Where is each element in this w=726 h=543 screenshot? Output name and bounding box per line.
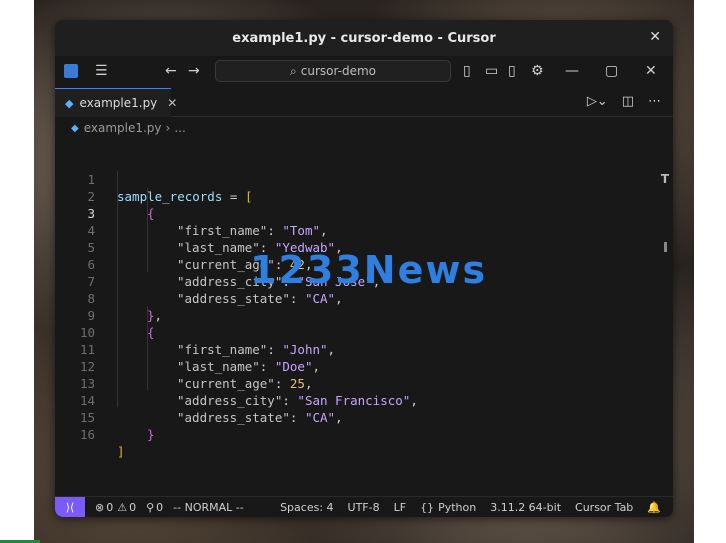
minimap-marker-icon: T [660,172,669,186]
warning-count[interactable]: 0 [129,501,136,514]
code-key: "first_name" [177,342,268,357]
code-brace: } [147,427,155,442]
code-bracket: ] [117,444,125,459]
back-arrow-icon[interactable]: ← [165,63,177,79]
code-string: "Tom" [282,223,321,238]
sidebar-toggle-icon[interactable] [64,64,78,78]
python-file-icon: ◆ [65,96,74,110]
code-operator: = [222,189,245,204]
indent-guide [117,171,118,407]
ports-icon[interactable]: ⚲ [146,501,154,514]
status-bar: ⟩⟨ ⊗ 0 ⚠ 0 ⚲ 0 -- NORMAL -- Spaces: 4 UT… [55,496,673,517]
code-line: 5 "current_age": 42, [55,222,312,272]
menu-icon[interactable]: ☰ [95,63,108,79]
code-key: "address_city" [177,393,283,408]
code-string: "CA" [304,410,336,425]
error-icon[interactable]: ⊗ [95,501,104,514]
braces-icon: {} [420,500,435,514]
window-title: example1.py - cursor-demo - Cursor [232,30,496,46]
code-string: "San Francisco" [297,393,411,408]
code-line: 4 "last_name": "Yedwab", [55,205,342,255]
code-line: 6 "address_city": "San Jose", [55,239,380,289]
gear-icon[interactable]: ⚙ [531,63,544,79]
code-string: "CA" [304,291,336,306]
bell-icon[interactable]: 🔔 [647,501,661,514]
ports-count[interactable]: 0 [156,501,163,514]
layout-right-icon[interactable]: ▯ [508,63,516,79]
layout-left-icon[interactable]: ▯ [463,63,471,79]
language-mode[interactable]: Python [438,501,476,514]
code-line: 14 "address_state": "CA", [55,375,343,425]
code-line: 2 { [55,171,154,221]
close-icon[interactable]: ✕ [645,63,657,79]
code-variable: sample_records [117,189,223,204]
search-icon: ⌕ [290,63,297,78]
watermark-logo: 1233News [250,248,488,292]
tab-label: example1.py [79,96,158,110]
breadcrumb-more[interactable]: ... [174,121,185,135]
warning-icon[interactable]: ⚠ [117,501,127,514]
indentation-setting[interactable]: Spaces: 4 [280,501,333,514]
code-brace: { [147,206,155,221]
line-ending[interactable]: LF [394,501,406,514]
minimize-icon[interactable]: — [565,63,579,79]
tab-bar: ◆ example1.py ✕ ▷⌄ ◫ ⋯ [55,88,673,117]
code-key: "address_state" [177,410,290,425]
code-line: 10 "first_name": "John", [55,307,335,357]
code-key: "last_name" [177,359,260,374]
code-brace: { [147,325,155,340]
remote-indicator-icon[interactable]: ⟩⟨ [55,497,85,517]
tab-actions: ▷⌄ ◫ ⋯ [587,94,661,109]
line-number: 16 [79,427,95,442]
code-line: 13 "address_city": "San Francisco", [55,358,418,408]
code-key: "address_state" [177,291,290,306]
code-line: 7 "address_state": "CA", [55,256,342,306]
tab-example1[interactable]: ◆ example1.py ✕ [55,88,177,117]
search-label: cursor-demo [300,64,376,78]
code-line: 3 "first_name": "Tom", [55,188,327,238]
cursor-tab-status[interactable]: Cursor Tab [575,501,633,514]
code-line: 11 "last_name": "Doe", [55,324,320,374]
code-key: "current_age" [177,376,275,391]
python-file-icon: ◆ [71,122,79,134]
code-line: 1 sample_records = [ [55,154,252,204]
maximize-icon[interactable]: ▢ [605,63,618,79]
forward-arrow-icon[interactable]: → [188,63,200,79]
split-editor-icon[interactable]: ◫ [622,94,634,109]
code-line: 16 ] [55,409,125,459]
vim-mode: -- NORMAL -- [173,500,244,514]
code-bracket: [ [244,189,253,204]
breadcrumb-file[interactable]: example1.py [84,121,162,135]
code-editor[interactable]: 1 sample_records = [ 2 { 3 "first_name":… [55,154,673,496]
breadcrumb-chevron-icon: › [165,121,171,135]
titlebar: example1.py - cursor-demo - Cursor ✕ [55,20,673,56]
code-line: 12 "current_age": 25, [55,341,313,391]
code-line: 8 }, [55,273,162,323]
code-number: 25 [289,376,305,391]
code-line: 9 { [55,290,154,340]
command-search[interactable]: ⌕ cursor-demo [215,60,451,82]
toolbar: ☰ ← → ⌕ cursor-demo ▯ ▭ ▯ ⚙ — ▢ ✕ [55,56,673,88]
encoding[interactable]: UTF-8 [348,501,380,514]
code-string: "John" [282,342,328,357]
tab-close-icon[interactable]: ✕ [167,96,177,110]
scrollbar-thumb[interactable] [664,242,667,252]
code-string: "Doe" [274,359,313,374]
breadcrumb: ◆ example1.py › ... [55,117,673,139]
window-close-icon[interactable]: ✕ [649,29,661,45]
python-interpreter[interactable]: 3.11.2 64-bit [490,501,561,514]
code-line: 15 } [55,392,155,442]
code-key: "last_name" [177,240,260,255]
code-key: "first_name" [177,223,268,238]
code-brace: } [147,308,155,323]
layout-bottom-icon[interactable]: ▭ [485,63,498,79]
more-actions-icon[interactable]: ⋯ [648,94,661,109]
run-icon[interactable]: ▷⌄ [587,94,608,109]
error-count[interactable]: 0 [106,501,113,514]
